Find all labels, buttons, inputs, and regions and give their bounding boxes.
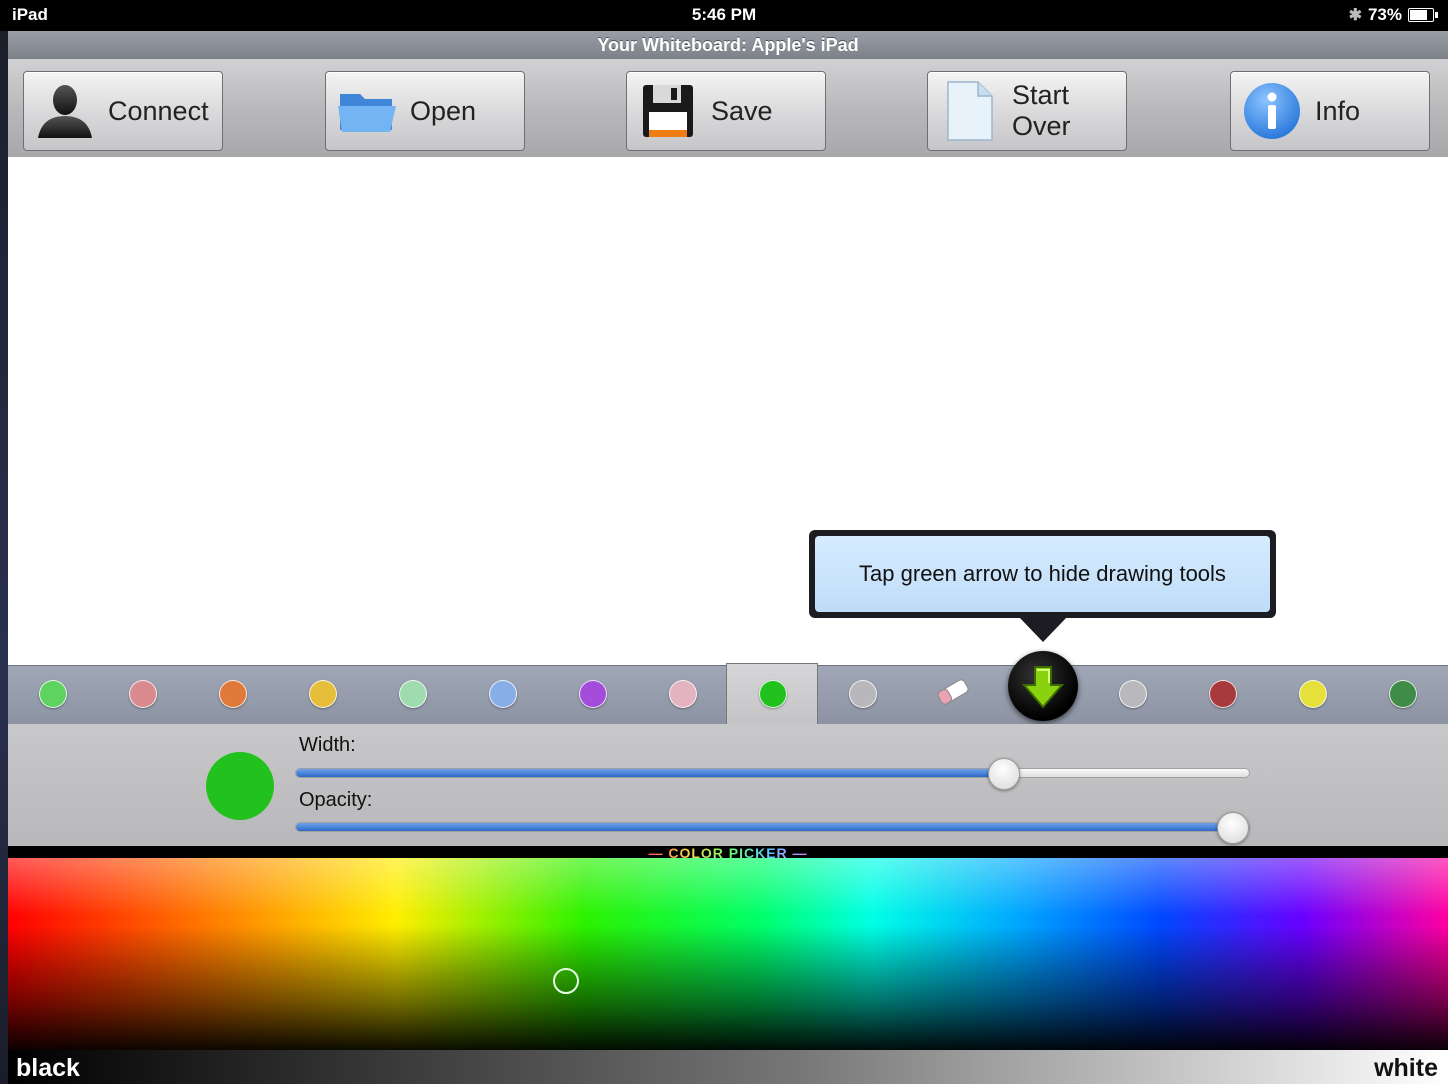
color-swatch[interactable] <box>39 680 67 708</box>
floppy-disk-icon <box>637 80 699 142</box>
whiteboard-app: Your Whiteboard: Apple's iPad Connect Op… <box>8 31 1448 1084</box>
info-icon <box>1241 80 1303 142</box>
status-time: 5:46 PM <box>691 5 757 24</box>
color-picker-cursor[interactable] <box>553 968 579 994</box>
bluetooth-icon: ✱ <box>1348 7 1362 24</box>
status-bar: iPad 5:46 PM ✱ 73% <box>0 0 1448 31</box>
color-swatch[interactable] <box>1389 680 1417 708</box>
battery-percent: 73% <box>1367 5 1402 24</box>
color-swatch[interactable] <box>309 680 337 708</box>
connect-label: Connect <box>108 95 209 126</box>
color-swatch[interactable] <box>1209 680 1237 708</box>
background-strip <box>0 31 8 1084</box>
folder-icon <box>336 80 398 142</box>
black-label: black <box>16 1054 80 1082</box>
start-over-label: Start Over <box>1012 80 1071 141</box>
color-picker-header: — COLOR PICKER — <box>8 846 1448 860</box>
color-swatch[interactable] <box>669 680 697 708</box>
connect-button[interactable]: Connect <box>23 71 223 151</box>
info-button[interactable]: Info <box>1230 71 1430 151</box>
status-right: ✱ 73% <box>1348 5 1438 25</box>
width-label: Width: <box>299 734 356 756</box>
blank-page-icon <box>938 80 1000 142</box>
opacity-label: Opacity: <box>299 789 373 811</box>
open-button[interactable]: Open <box>325 71 525 151</box>
brush-settings-panel: Width: Opacity: <box>8 724 1448 846</box>
color-swatch[interactable] <box>1119 680 1147 708</box>
tooltip-text: Tap green arrow to hide drawing tools <box>815 536 1270 612</box>
start-over-button[interactable]: Start Over <box>927 71 1127 151</box>
opacity-slider[interactable] <box>295 812 1250 844</box>
color-swatch[interactable] <box>129 680 157 708</box>
open-label: Open <box>410 95 477 126</box>
save-button[interactable]: Save <box>626 71 826 151</box>
swatch-selected[interactable] <box>759 680 787 708</box>
width-slider-fill <box>296 769 1003 777</box>
hide-tools-arrow-icon[interactable] <box>1008 651 1078 721</box>
eraser-icon[interactable] <box>935 676 972 708</box>
color-spectrum-picker[interactable] <box>8 858 1448 1050</box>
current-color-preview <box>206 752 274 820</box>
color-swatch[interactable] <box>219 680 247 708</box>
color-swatch[interactable] <box>399 680 427 708</box>
width-slider[interactable] <box>295 758 1250 790</box>
tooltip-pointer <box>1019 617 1067 642</box>
color-swatch[interactable] <box>849 680 877 708</box>
white-label: white <box>1374 1054 1438 1082</box>
width-slider-knob[interactable] <box>987 758 1020 790</box>
color-palette-bar <box>8 651 1448 725</box>
save-label: Save <box>711 95 773 126</box>
color-swatch[interactable] <box>579 680 607 708</box>
window-title: Your Whiteboard: Apple's iPad <box>8 31 1448 59</box>
battery-icon <box>1408 8 1438 22</box>
opacity-slider-fill <box>296 823 1232 831</box>
grayscale-bar[interactable]: black white <box>8 1050 1448 1084</box>
top-toolbar: Connect Open Save Start Over Info <box>8 59 1448 158</box>
color-swatch[interactable] <box>489 680 517 708</box>
info-label: Info <box>1315 95 1361 126</box>
person-icon <box>34 80 96 142</box>
opacity-slider-knob[interactable] <box>1216 812 1249 844</box>
hint-tooltip: Tap green arrow to hide drawing tools <box>809 530 1276 642</box>
color-swatch[interactable] <box>1299 680 1327 708</box>
